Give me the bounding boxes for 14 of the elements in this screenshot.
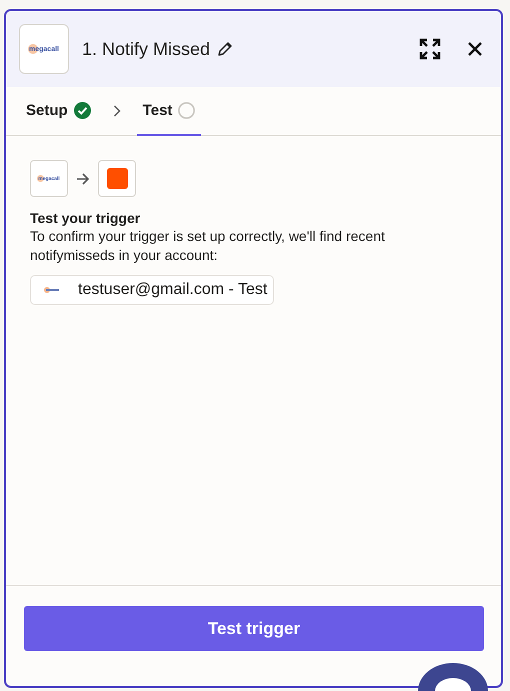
tab[interactable]: Setup [20, 87, 97, 136]
edit-icon[interactable] [217, 41, 234, 57]
step-title: 1. Notify Missed [82, 38, 210, 60]
tab[interactable]: Test [136, 87, 202, 136]
app-icon [98, 160, 136, 197]
chevron-icon [112, 105, 121, 117]
logo-icon [44, 287, 60, 293]
record-item[interactable]: testuser@gmail.com - Test [30, 275, 274, 305]
expand-icon[interactable] [419, 38, 441, 60]
section-heading: Test your trigger [30, 210, 142, 226]
test-trigger-button[interactable]: Test trigger [24, 606, 484, 651]
section-description: To confirm your trigger is set up correctly, we'll find recent notifymisseds in your account: [30, 227, 386, 265]
close-icon[interactable] [467, 41, 483, 57]
arrow-icon [76, 172, 90, 184]
